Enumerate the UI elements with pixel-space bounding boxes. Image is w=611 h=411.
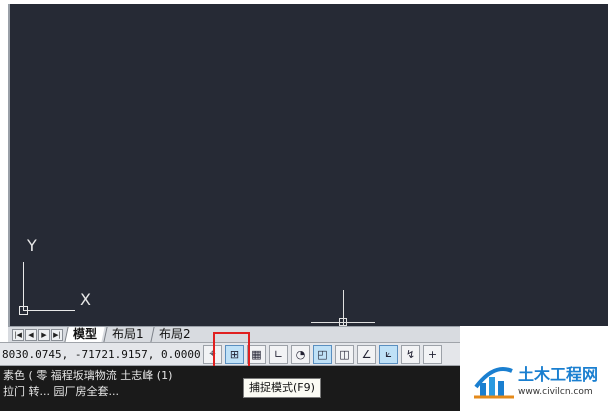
snap-mode-tooltip: 捕捉模式(F9): [243, 378, 321, 398]
3d-object-snap-button[interactable]: ◫: [335, 344, 354, 364]
ucs-x-label: X: [80, 290, 91, 309]
watermark-url: www.civilcn.com: [518, 387, 593, 397]
crosshair-pickbox: [339, 318, 347, 326]
lineweight-button[interactable]: +: [423, 344, 442, 364]
tab-layout2[interactable]: 布局2: [150, 327, 198, 342]
polar-tracking-button[interactable]: ◔: [291, 344, 310, 364]
drawing-canvas[interactable]: [8, 4, 608, 326]
dynamic-input-button[interactable]: ↯: [401, 344, 420, 364]
object-snap-button[interactable]: ◰: [313, 344, 332, 364]
command-line[interactable]: 素色 ( 零 福程坂璃物流 土志峰 (1) 拉门 转... 园厂房全套...: [0, 366, 460, 411]
object-snap-tracking-button[interactable]: ∠: [357, 344, 376, 364]
civilcn-logo-icon: [474, 367, 514, 399]
dynamic-ucs-button[interactable]: ⟀: [379, 344, 398, 364]
coordinate-readout: 8030.0745, -71721.9157, 0.0000: [2, 347, 200, 361]
command-history-line: 素色 ( 零 福程坂璃物流 土志峰 (1): [3, 369, 173, 382]
tab-layout1[interactable]: 布局1: [103, 327, 152, 342]
watermark-title: 土木工程网: [518, 365, 599, 384]
tab-next-icon[interactable]: ▶: [38, 328, 50, 341]
command-history-line: 拉门 转... 园厂房全套...: [3, 385, 119, 398]
watermark: 土木工程网 www.civilcn.com: [472, 352, 610, 406]
tab-model[interactable]: 模型: [64, 327, 105, 342]
snap-mode-highlight-box: [213, 332, 250, 369]
tab-first-icon[interactable]: |◀: [12, 328, 24, 341]
ortho-mode-button[interactable]: ∟: [269, 344, 288, 364]
ucs-origin-icon: [19, 306, 28, 315]
ucs-y-axis: [23, 262, 24, 310]
ucs-y-label: Y: [27, 236, 37, 255]
ucs-x-axis: [23, 310, 75, 311]
tab-last-icon[interactable]: ▶|: [51, 328, 63, 341]
tab-prev-icon[interactable]: ◀: [25, 328, 37, 341]
